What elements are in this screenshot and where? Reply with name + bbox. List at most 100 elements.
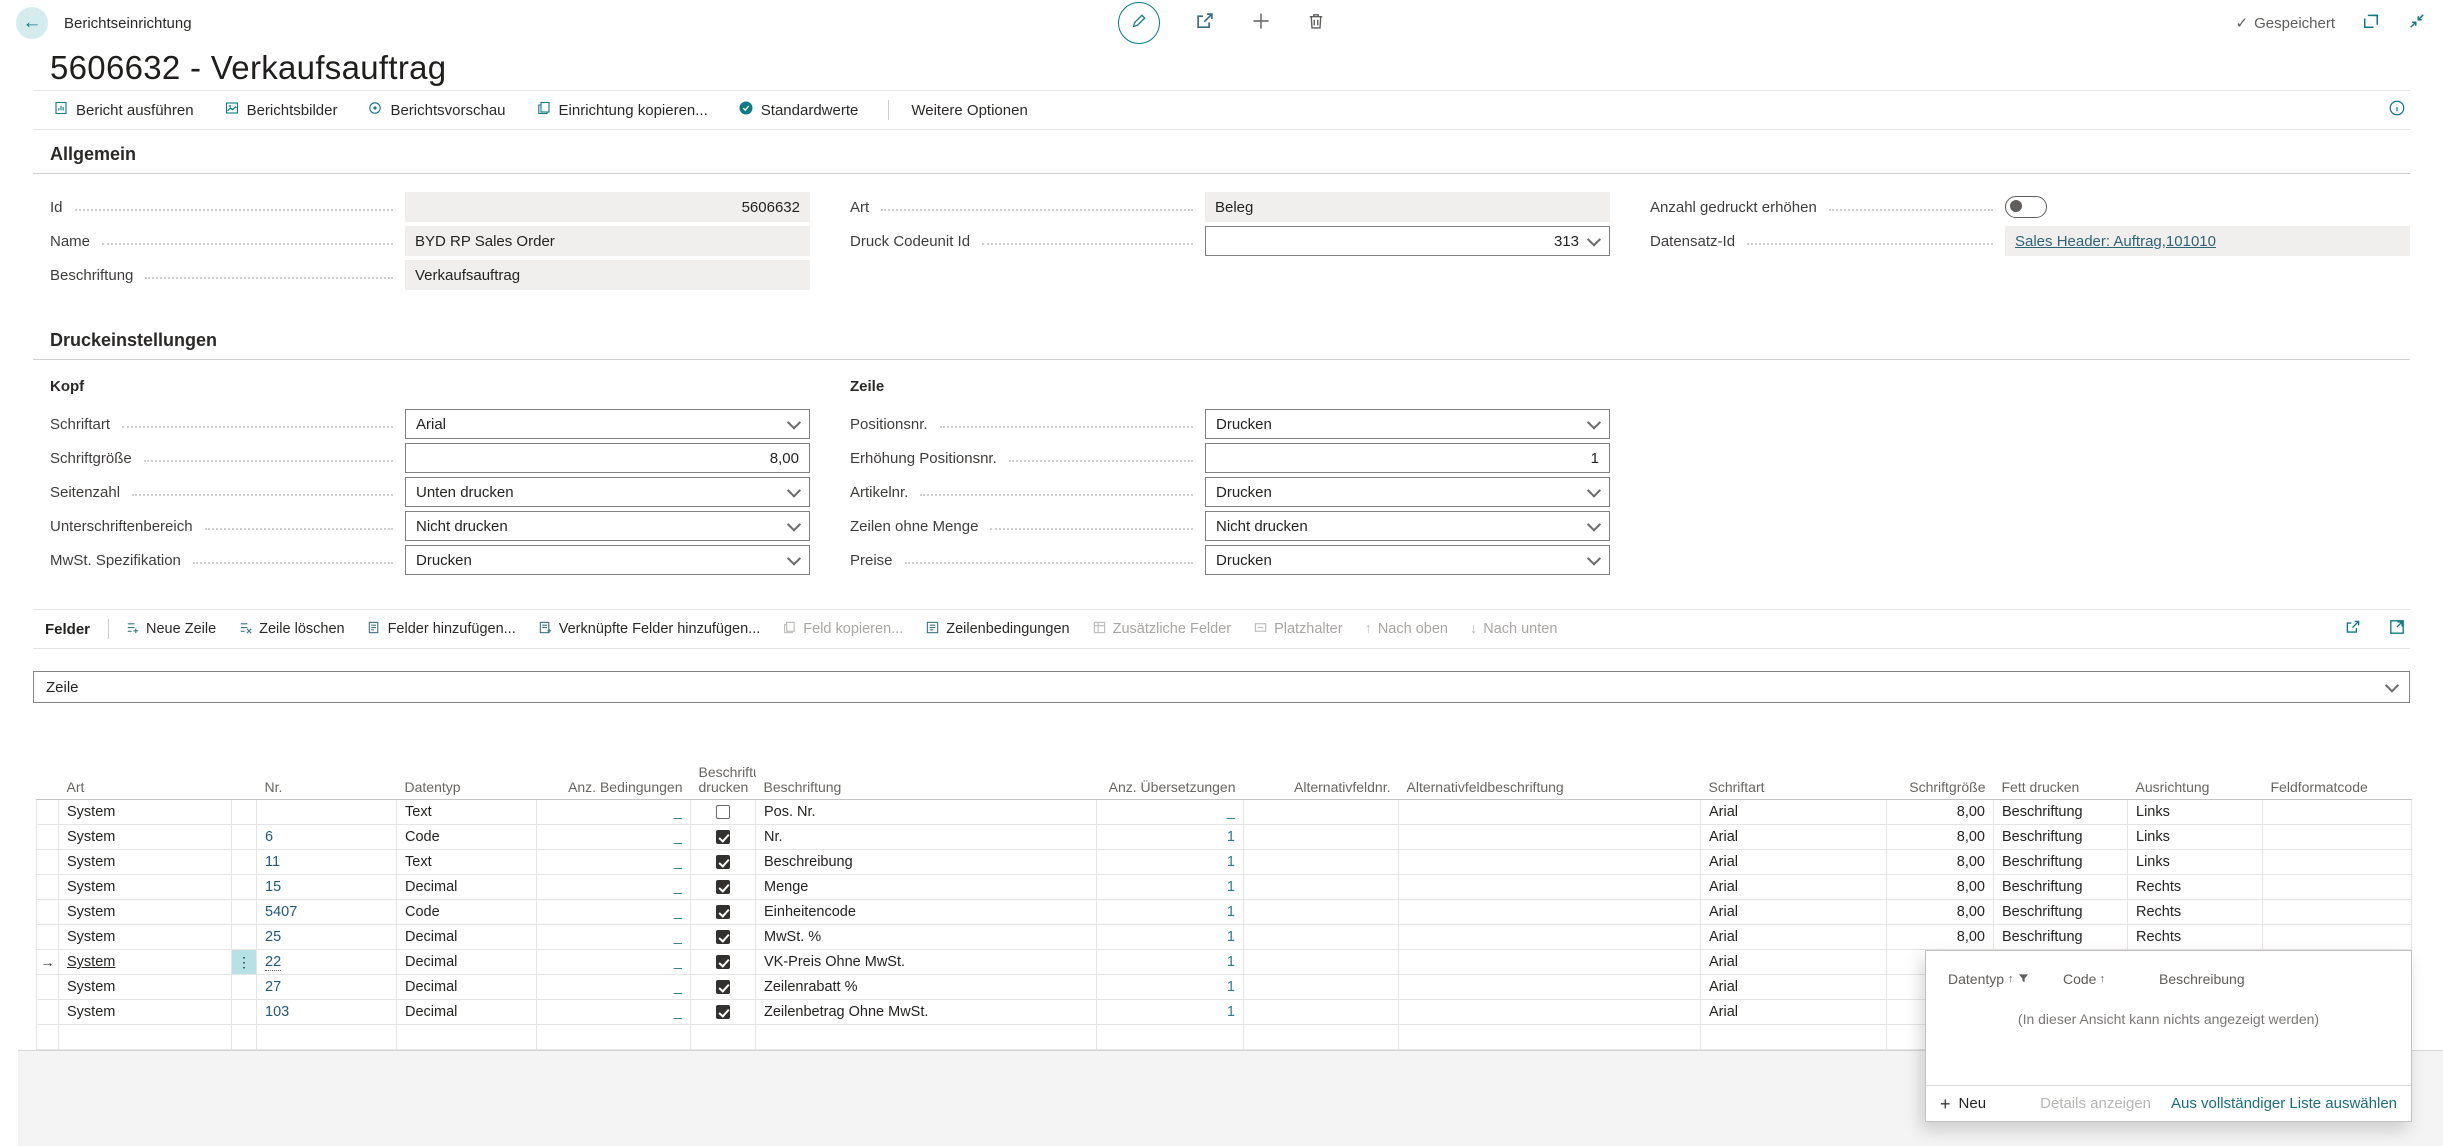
cell-art[interactable]: System — [59, 800, 232, 825]
cell-beschriftung-drucken[interactable] — [691, 1025, 756, 1050]
cell-beschriftung[interactable]: Zeilenrabatt % — [756, 975, 1097, 1000]
cell-art[interactable]: System — [59, 900, 232, 925]
row-menu-cell[interactable] — [232, 925, 257, 950]
cell-anz-uebersetzungen[interactable]: 1 — [1097, 1000, 1244, 1025]
cell-schriftart[interactable]: Arial — [1701, 925, 1887, 950]
header-art[interactable]: Art — [59, 763, 232, 800]
cell-schriftgroesse[interactable]: 8,00 — [1887, 900, 1994, 925]
druckeinstellungen-title[interactable]: Druckeinstellungen — [33, 330, 2410, 360]
expand-grid-button[interactable] — [2388, 618, 2406, 641]
cell-schriftart[interactable]: Arial — [1701, 825, 1887, 850]
cell-beschriftung[interactable]: Menge — [756, 875, 1097, 900]
cell-alternativfeldbeschriftung[interactable] — [1399, 950, 1701, 975]
popup-col-code[interactable]: Code ↑ — [2063, 971, 2159, 987]
cell-beschriftung[interactable]: Einheitencode — [756, 900, 1097, 925]
cell-ausrichtung[interactable]: Rechts — [2128, 875, 2263, 900]
row-menu-cell[interactable] — [232, 1000, 257, 1025]
cell-art[interactable]: System — [59, 875, 232, 900]
cell-anz-bedingungen[interactable]: _ — [537, 900, 691, 925]
erhoehung-positionsnr-input[interactable]: 1 — [1205, 443, 1610, 473]
cell-alternativfeldnr[interactable] — [1244, 825, 1399, 850]
add-linked-fields-button[interactable]: Verknüpfte Felder hinzufügen... — [538, 620, 761, 639]
cell-fett-drucken[interactable]: Beschriftung — [1994, 900, 2128, 925]
cell-nr[interactable]: 5407 — [257, 900, 397, 925]
copy-setup-button[interactable]: Einrichtung kopieren... — [536, 100, 708, 120]
cell-feldformatcode[interactable] — [2263, 925, 2412, 950]
info-button[interactable] — [2388, 99, 2406, 122]
cell-anz-uebersetzungen[interactable] — [1097, 1025, 1244, 1050]
row-selector[interactable] — [37, 800, 59, 825]
cell-alternativfeldnr[interactable] — [1244, 925, 1399, 950]
schriftart-select[interactable]: Arial — [405, 409, 810, 439]
cell-nr[interactable] — [257, 1025, 397, 1050]
cell-anz-bedingungen[interactable]: _ — [537, 850, 691, 875]
cell-anz-bedingungen[interactable]: _ — [537, 975, 691, 1000]
cell-beschriftung-drucken[interactable] — [691, 925, 756, 950]
share-grid-button[interactable] — [2344, 618, 2362, 641]
checkbox[interactable] — [716, 955, 730, 969]
checkbox[interactable] — [716, 855, 730, 869]
checkbox[interactable] — [716, 880, 730, 894]
artikelnr-select[interactable]: Drucken — [1205, 477, 1610, 507]
cell-fett-drucken[interactable]: Beschriftung — [1994, 925, 2128, 950]
row-menu-cell[interactable] — [232, 850, 257, 875]
cell-anz-uebersetzungen[interactable]: _ — [1097, 800, 1244, 825]
cell-ausrichtung[interactable]: Links — [2128, 850, 2263, 875]
cell-datentyp[interactable]: Decimal — [397, 950, 537, 975]
datensatz-link[interactable]: Sales Header: Auftrag,101010 — [2015, 233, 2216, 250]
cell-ausrichtung[interactable]: Links — [2128, 825, 2263, 850]
cell-alternativfeldnr[interactable] — [1244, 950, 1399, 975]
cell-datentyp[interactable]: Text — [397, 800, 537, 825]
header-ausrichtung[interactable]: Ausrichtung — [2128, 763, 2263, 800]
report-images-button[interactable]: Berichtsbilder — [224, 100, 338, 120]
row-selector[interactable] — [37, 825, 59, 850]
cell-art[interactable]: System — [59, 1000, 232, 1025]
checkbox[interactable] — [716, 980, 730, 994]
cell-beschriftung[interactable]: Beschreibung — [756, 850, 1097, 875]
cell-alternativfeldbeschriftung[interactable] — [1399, 900, 1701, 925]
cell-beschriftung[interactable]: Nr. — [756, 825, 1097, 850]
new-line-button[interactable]: Neue Zeile — [125, 620, 216, 639]
row-selector[interactable] — [37, 1000, 59, 1025]
cell-art[interactable]: System — [59, 825, 232, 850]
cell-anz-uebersetzungen[interactable]: 1 — [1097, 850, 1244, 875]
cell-anz-bedingungen[interactable]: _ — [537, 825, 691, 850]
popup-col-beschreibung[interactable]: Beschreibung — [2159, 971, 2245, 987]
row-menu-cell[interactable] — [232, 875, 257, 900]
cell-schriftart[interactable] — [1701, 1025, 1887, 1050]
cell-fett-drucken[interactable]: Beschriftung — [1994, 850, 2128, 875]
cell-schriftgroesse[interactable]: 8,00 — [1887, 875, 1994, 900]
cell-alternativfeldbeschriftung[interactable] — [1399, 975, 1701, 1000]
cell-feldformatcode[interactable] — [2263, 900, 2412, 925]
seitenzahl-select[interactable]: Unten drucken — [405, 477, 810, 507]
cell-nr[interactable]: 15 — [257, 875, 397, 900]
open-in-window-button[interactable] — [2361, 11, 2381, 36]
cell-feldformatcode[interactable] — [2263, 825, 2412, 850]
back-button[interactable]: ← — [16, 7, 48, 39]
cell-beschriftung-drucken[interactable] — [691, 950, 756, 975]
select-from-full-list-link[interactable]: Aus vollständiger Liste auswählen — [2171, 1095, 2397, 1112]
header-schriftgroesse[interactable]: Schriftgröße — [1887, 763, 1994, 800]
cell-fett-drucken[interactable]: Beschriftung — [1994, 800, 2128, 825]
row-selector[interactable] — [37, 850, 59, 875]
cell-beschriftung-drucken[interactable] — [691, 875, 756, 900]
row-selector[interactable] — [37, 925, 59, 950]
cell-art[interactable] — [59, 1025, 232, 1050]
druck-codeunit-combobox[interactable]: 313 — [1205, 226, 1610, 256]
cell-alternativfeldnr[interactable] — [1244, 800, 1399, 825]
cell-ausrichtung[interactable]: Rechts — [2128, 900, 2263, 925]
cell-feldformatcode[interactable] — [2263, 800, 2412, 825]
cell-beschriftung-drucken[interactable] — [691, 900, 756, 925]
checkbox[interactable] — [716, 905, 730, 919]
header-schriftart[interactable]: Schriftart — [1701, 763, 1887, 800]
cell-schriftgroesse[interactable]: 8,00 — [1887, 925, 1994, 950]
cell-datentyp[interactable]: Decimal — [397, 1000, 537, 1025]
cell-beschriftung[interactable]: Zeilenbetrag Ohne MwSt. — [756, 1000, 1097, 1025]
cell-schriftart[interactable]: Arial — [1701, 1000, 1887, 1025]
zeilen-ohne-menge-select[interactable]: Nicht drucken — [1205, 511, 1610, 541]
cell-alternativfeldbeschriftung[interactable] — [1399, 1025, 1701, 1050]
cell-anz-uebersetzungen[interactable]: 1 — [1097, 900, 1244, 925]
row-menu-cell[interactable] — [232, 825, 257, 850]
row-selector[interactable] — [37, 875, 59, 900]
cell-datentyp[interactable]: Text — [397, 850, 537, 875]
